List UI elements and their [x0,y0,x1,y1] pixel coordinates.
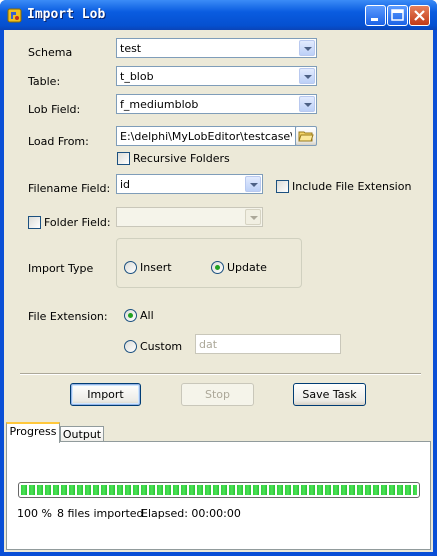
minimize-button[interactable] [365,5,386,26]
progress-tab-panel: 100 % 8 files imported Elapsed: 00:00:00 [6,441,431,550]
lob-field-label: Lob Field: [28,103,81,116]
progress-bar-fill [21,485,417,495]
table-label: Table: [28,75,61,88]
recursive-folders-label[interactable]: Recursive Folders [133,152,230,165]
include-extension-checkbox[interactable] [276,180,289,193]
progress-percent: 100 % [17,507,52,520]
chevron-down-icon[interactable] [299,96,315,112]
file-extension-label: File Extension: [28,310,108,323]
schema-combo[interactable]: test [116,38,317,58]
filename-field-combo[interactable]: id [116,174,263,194]
file-extension-custom-radio[interactable] [124,340,137,353]
close-button[interactable] [409,5,430,26]
file-extension-all-label[interactable]: All [140,309,154,322]
folder-field-combo [116,207,263,227]
schema-label: Schema [28,46,73,59]
app-icon [7,8,22,23]
folder-open-icon [298,131,314,142]
tab-progress[interactable]: Progress [6,422,60,443]
files-imported-count: 8 files imported [57,507,144,520]
recursive-folders-checkbox[interactable] [117,152,130,165]
custom-extension-input: dat [195,334,341,354]
load-from-value: E:\delphi\MyLobEditor\testcase\f [120,130,292,143]
load-from-input[interactable]: E:\delphi\MyLobEditor\testcase\f [116,126,296,146]
chevron-down-icon[interactable] [299,40,315,56]
filename-field-value: id [120,178,131,191]
folder-field-checkbox[interactable] [28,216,41,229]
import-type-update-radio[interactable] [211,261,224,274]
chevron-down-icon [245,209,261,225]
window-title: Import Lob [27,7,106,22]
dialog-client-area: Schema test Table: t_blob Lob Field: f_m… [4,30,433,552]
lob-field-combo[interactable]: f_mediumblob [116,94,317,114]
import-type-insert-label[interactable]: Insert [140,261,172,274]
lob-field-value: f_mediumblob [120,98,199,111]
table-combo[interactable]: t_blob [116,66,317,86]
include-extension-label[interactable]: Include File Extension [292,180,411,193]
custom-extension-value: dat [199,338,218,351]
stop-button: Stop [181,383,254,406]
close-icon [414,10,425,21]
import-type-update-label[interactable]: Update [227,261,267,274]
file-extension-all-radio[interactable] [124,309,137,322]
minimize-icon [371,18,378,21]
separator [20,373,421,375]
folder-field-label[interactable]: Folder Field: [44,216,111,229]
chevron-down-icon[interactable] [299,68,315,84]
file-extension-custom-label[interactable]: Custom [140,340,182,353]
load-from-label: Load From: [28,135,89,148]
import-lob-window: Import Lob Schema test Table: t_blob Lob… [0,0,437,556]
elapsed-time: Elapsed: 00:00:00 [141,507,241,520]
import-button[interactable]: Import [70,383,141,406]
filename-field-label: Filename Field: [28,182,111,195]
import-progress-bar [18,482,420,498]
browse-folder-button[interactable] [295,126,317,146]
save-task-button[interactable]: Save Task [293,383,366,406]
schema-value: test [120,42,142,55]
title-bar[interactable]: Import Lob [0,0,437,30]
table-value: t_blob [120,70,154,83]
maximize-icon [391,9,404,21]
import-type-insert-radio[interactable] [124,261,137,274]
import-type-label: Import Type [28,262,94,275]
chevron-down-icon[interactable] [245,176,261,192]
maximize-button[interactable] [387,5,408,26]
